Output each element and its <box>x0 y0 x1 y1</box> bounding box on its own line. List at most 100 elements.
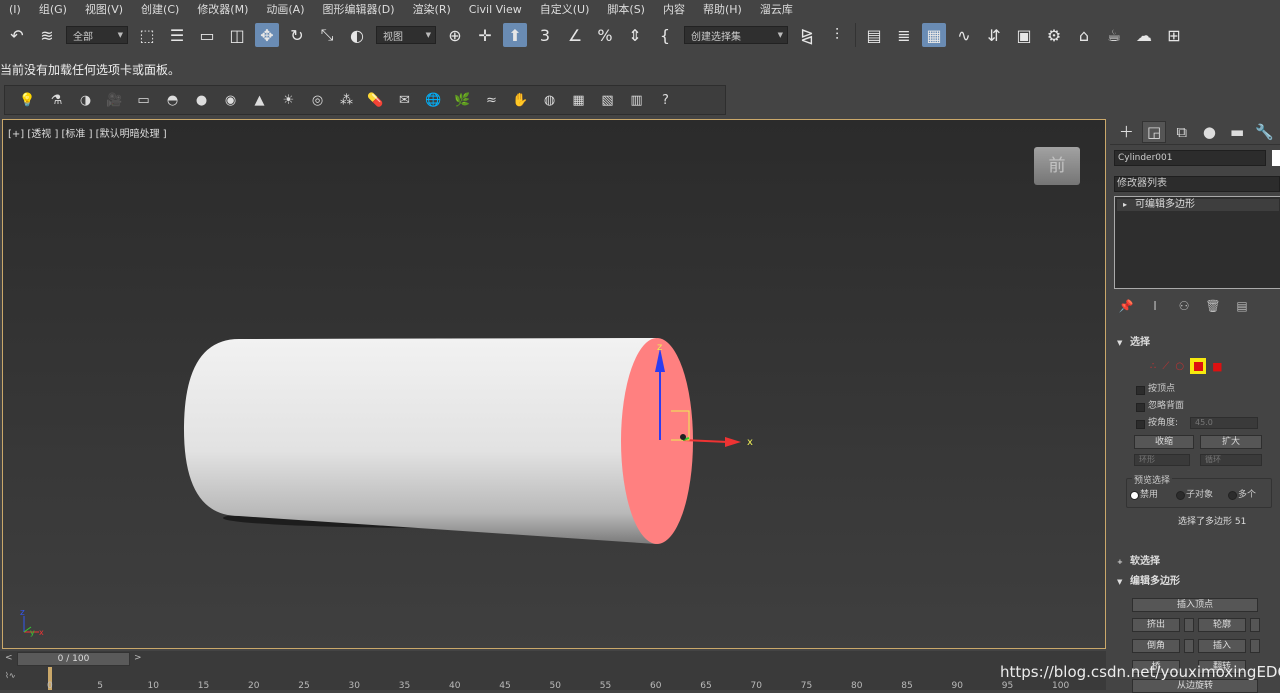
select-move-icon[interactable]: ✥ <box>255 23 279 47</box>
select-object-icon[interactable]: ⬚ <box>135 23 159 47</box>
hair-icon[interactable]: ≈ <box>480 89 504 111</box>
torus-icon[interactable]: ◉ <box>219 89 243 111</box>
menu-item-scripting[interactable]: 脚本(S) <box>598 1 654 17</box>
rendered-frame-window-icon[interactable]: ⌂ <box>1072 23 1096 47</box>
capsule-icon[interactable]: 💊 <box>364 89 388 111</box>
remove-modifier-icon[interactable]: 🗑 <box>1201 297 1225 315</box>
render-environment-icon[interactable]: ⚗ <box>45 89 69 111</box>
ring-button[interactable]: 环形 <box>1134 454 1190 466</box>
bind-space-warp-icon[interactable]: ≋ <box>35 23 59 47</box>
bevel-settings-button[interactable] <box>1184 639 1194 653</box>
camera-icon[interactable]: 🎥 <box>103 89 127 111</box>
element-level-icon[interactable]: ■ <box>1212 360 1222 373</box>
menu-item[interactable]: (I) <box>0 3 30 16</box>
sky-icon[interactable]: ◎ <box>306 89 330 111</box>
prev-frame-icon[interactable]: < <box>5 653 13 663</box>
menu-item-views[interactable]: 视图(V) <box>76 1 132 17</box>
display-tab-icon[interactable]: ▬ <box>1225 121 1250 143</box>
a360-gallery-icon[interactable]: ⊞ <box>1162 23 1186 47</box>
extrude-button[interactable]: 挤出 <box>1132 618 1180 632</box>
align-icon[interactable]: ⫶ <box>825 23 849 47</box>
menu-item-content[interactable]: 内容 <box>654 1 694 17</box>
outline-settings-button[interactable] <box>1250 618 1260 632</box>
selection-rollout-header[interactable]: 选择 <box>1114 335 1280 351</box>
menu-item-group[interactable]: 组(G) <box>30 1 76 17</box>
cylinder-body[interactable] <box>183 338 656 544</box>
curve-editor-icon[interactable]: ∿ <box>952 23 976 47</box>
hand-icon[interactable]: ✋ <box>509 89 533 111</box>
ribbon-toggle-icon[interactable]: ▦ <box>922 23 946 47</box>
extrude-settings-button[interactable] <box>1184 618 1194 632</box>
pivot-center-icon[interactable]: ⊕ <box>443 23 467 47</box>
utilities-tab-icon[interactable]: 🔧 <box>1252 121 1277 143</box>
time-slider[interactable]: 0 / 100 <box>17 652 130 666</box>
by-angle-checkbox[interactable]: 按角度: <box>1136 417 1196 430</box>
modifier-list-dropdown[interactable]: 修改器列表 <box>1114 176 1280 192</box>
modifier-stack[interactable]: 可编辑多边形 <box>1114 196 1280 289</box>
loop-button[interactable]: 循环 <box>1200 454 1262 466</box>
edit-polygons-rollout-header[interactable]: 编辑多边形 <box>1114 574 1280 590</box>
render-production-icon[interactable]: ☕ <box>1102 23 1126 47</box>
percent-snap-icon[interactable]: % <box>593 23 617 47</box>
curve-editor-mini-icon[interactable]: ⌇∿ <box>5 671 16 680</box>
menu-item-graph-editors[interactable]: 图形编辑器(D) <box>314 1 404 17</box>
menu-item-modifiers[interactable]: 修改器(M) <box>188 1 257 17</box>
render-region-icon[interactable]: ▧ <box>596 89 620 111</box>
select-manipulate-icon[interactable]: ✛ <box>473 23 497 47</box>
render-setup-icon[interactable]: ⚙ <box>1042 23 1066 47</box>
outline-button[interactable]: 轮廓 <box>1198 618 1246 632</box>
polygon-level-icon[interactable] <box>1190 358 1207 374</box>
menu-item-library[interactable]: 溜云库 <box>751 1 802 17</box>
track-bar[interactable]: ⌇∿ 0 5 10 15 20 25 30 35 40 45 50 55 60 65 70 75 80 85 90 9… <box>0 667 1106 691</box>
keyboard-shortcut-override-icon[interactable]: ⬆ <box>503 23 527 47</box>
select-place-icon[interactable]: ◐ <box>345 23 369 47</box>
grow-button[interactable]: 扩大 <box>1200 435 1262 449</box>
sphere-icon[interactable]: ● <box>190 89 214 111</box>
ignore-backfacing-checkbox[interactable]: 忽略背面 <box>1136 400 1266 413</box>
envelope-icon[interactable]: ✉ <box>393 89 417 111</box>
dome-icon[interactable]: ◓ <box>161 89 185 111</box>
particles-icon[interactable]: ⁂ <box>335 89 359 111</box>
angle-spinner[interactable]: 45.0 <box>1190 417 1258 429</box>
make-unique-icon[interactable]: ⚇ <box>1172 297 1196 315</box>
sun-icon[interactable]: ☀ <box>277 89 301 111</box>
mirror-icon[interactable]: ⧎ <box>795 23 819 47</box>
preview-multi-radio[interactable]: 多个 <box>1228 489 1256 501</box>
cone-icon[interactable]: ▲ <box>248 89 272 111</box>
hierarchy-tab-icon[interactable]: ⧉ <box>1169 121 1194 143</box>
preview-off-radio[interactable]: 禁用 <box>1130 489 1158 501</box>
render-cloud-icon[interactable]: ☁ <box>1132 23 1156 47</box>
reference-coordinate-dropdown[interactable]: 视图 <box>376 26 436 44</box>
perspective-viewport[interactable]: [+] [透视 ] [标准 ] [默认明暗处理 ] 前 z x z y x <box>2 119 1106 649</box>
next-frame-icon[interactable]: > <box>134 653 142 663</box>
show-end-result-icon[interactable]: Ⅰ <box>1143 297 1167 315</box>
object-name-field[interactable]: Cylinder001 <box>1114 150 1266 166</box>
motion-tab-icon[interactable]: ● <box>1197 121 1222 143</box>
soft-selection-rollout-header[interactable]: 软选择 <box>1114 554 1280 570</box>
material-sphere-icon[interactable]: ◍ <box>538 89 562 111</box>
select-scale-icon[interactable]: ⤡ <box>315 23 339 47</box>
undo-icon[interactable]: ↶ <box>5 23 29 47</box>
layer-explorer-icon[interactable]: ≣ <box>892 23 916 47</box>
plane-icon[interactable]: ▭ <box>132 89 156 111</box>
menu-item-animation[interactable]: 动画(A) <box>257 1 313 17</box>
menu-item-rendering[interactable]: 渲染(R) <box>404 1 460 17</box>
edge-level-icon[interactable]: ⟋ <box>1162 361 1169 372</box>
angle-snap-icon[interactable]: ∠ <box>563 23 587 47</box>
menu-item-civil-view[interactable]: Civil View <box>460 3 531 16</box>
shrink-button[interactable]: 收缩 <box>1134 435 1194 449</box>
vertex-level-icon[interactable]: ∴ <box>1150 361 1156 372</box>
window-crossing-icon[interactable]: ◫ <box>225 23 249 47</box>
select-by-name-icon[interactable]: ☰ <box>165 23 189 47</box>
plant-icon[interactable]: 🌿 <box>451 89 475 111</box>
scene-explorer-icon[interactable]: ▤ <box>862 23 886 47</box>
object-color-swatch[interactable] <box>1272 150 1280 166</box>
snaps-toggle-icon[interactable]: 3 <box>533 23 557 47</box>
globe-icon[interactable]: 🌐 <box>422 89 446 111</box>
preview-subobject-radio[interactable]: 子对象 <box>1176 489 1213 501</box>
border-level-icon[interactable]: ○ <box>1175 361 1184 372</box>
frame-buffer-icon[interactable]: ▥ <box>625 89 649 111</box>
modify-tab-icon[interactable]: ◲ <box>1141 120 1167 143</box>
schematic-view-icon[interactable]: ⇵ <box>982 23 1006 47</box>
light-icon[interactable]: 💡 <box>16 89 40 111</box>
